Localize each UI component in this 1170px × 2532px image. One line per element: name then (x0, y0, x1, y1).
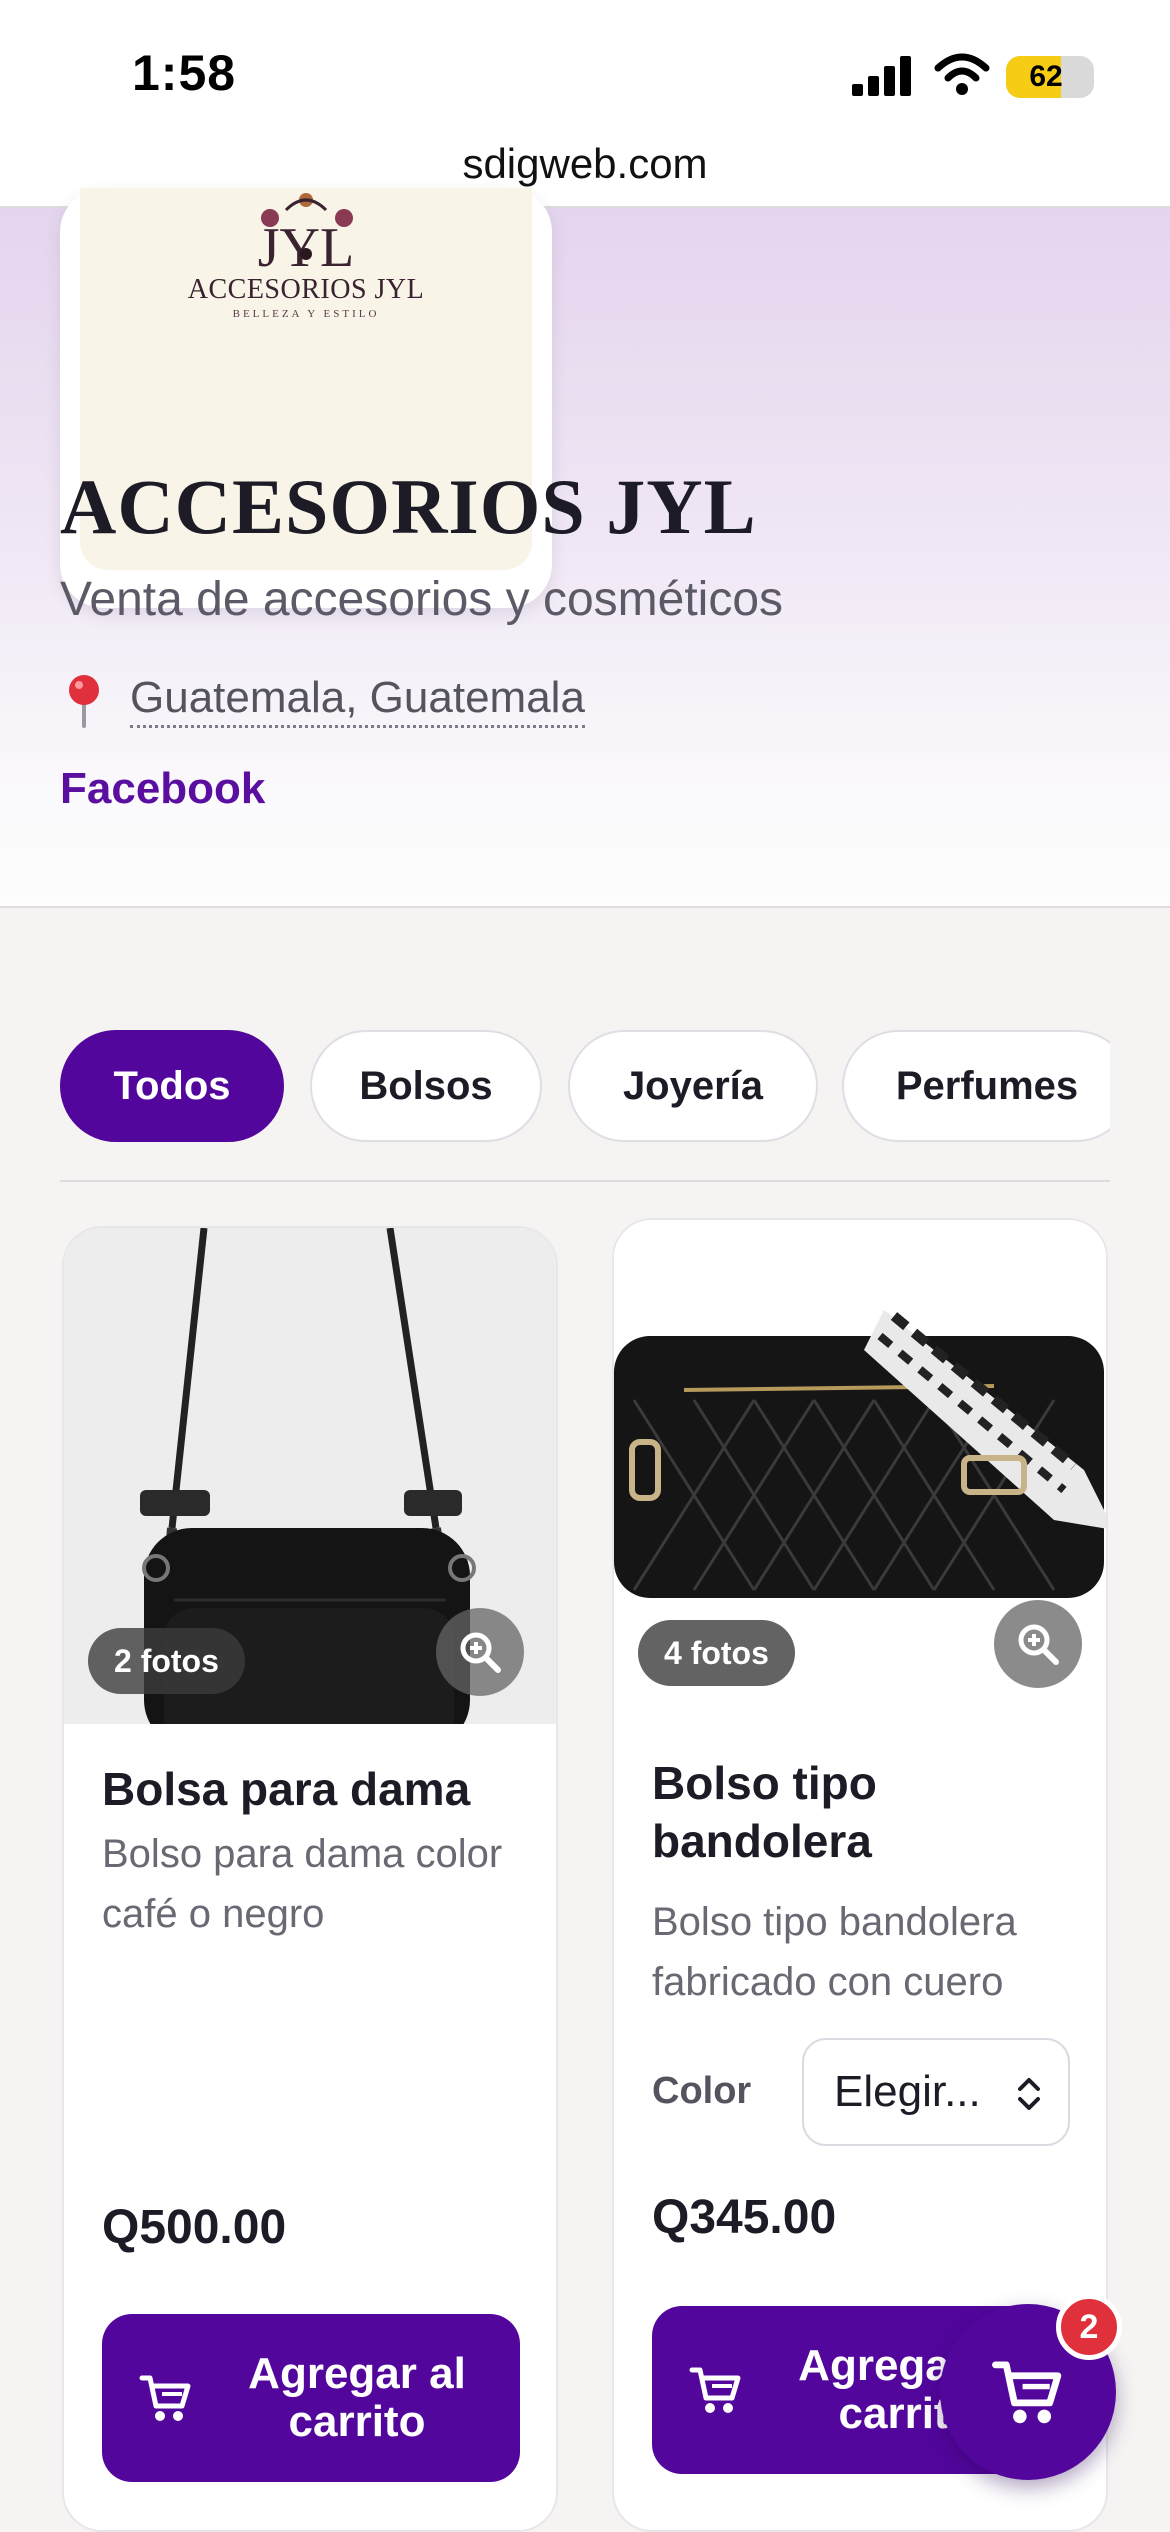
product-card[interactable]: 2 fotos Bolsa para dama Bolso para dama … (62, 1226, 558, 2532)
add-to-cart-button[interactable]: Agregar al carrito (102, 2314, 520, 2482)
product-image[interactable]: 4 fotos (614, 1220, 1106, 1716)
store-header: JYL ACCESORIOS JYL BELLEZA Y ESTILO ACCE… (0, 188, 1170, 908)
tab-bolsos[interactable]: Bolsos (310, 1030, 542, 1142)
zoom-button[interactable] (994, 1600, 1082, 1688)
logo-tagline: BELLEZA Y ESTILO (232, 308, 380, 320)
location-pin-icon (69, 675, 99, 728)
tab-joyeria[interactable]: Joyería (568, 1030, 818, 1142)
zoom-icon (1018, 1624, 1059, 1665)
category-tabs: Todos Bolsos Joyería Perfumes (60, 1030, 1110, 1146)
product-image[interactable]: 2 fotos (64, 1228, 556, 1724)
status-bar: 1:58 62 (0, 0, 1170, 140)
cart-count-badge: 2 (1056, 2294, 1122, 2360)
add-to-cart-label: Agregar al carrito (248, 2349, 466, 2446)
product-name: Bolso tipo bandolera (652, 1757, 877, 1867)
product-description: Bolso tipo bandolera fabricado con cuero (652, 1900, 1017, 2004)
battery-level: 62 (1029, 60, 1063, 93)
store-name: ACCESORIOS JYL (60, 463, 757, 550)
battery-icon: 62 (1006, 56, 1094, 98)
signal-icon (852, 56, 911, 96)
divider (60, 1180, 1110, 1182)
product-price: Q345.00 (652, 2191, 837, 2244)
tab-todos[interactable]: Todos (60, 1030, 284, 1142)
color-option-label: Color (652, 2070, 752, 2112)
zoom-button[interactable] (436, 1608, 524, 1696)
chevron-up-down-icon (1018, 2078, 1040, 2110)
logo-text: ACCESORIOS JYL (187, 274, 425, 305)
url-text: sdigweb.com (462, 140, 708, 187)
cart-icon (139, 2375, 191, 2421)
cart-icon (689, 2367, 741, 2413)
store-description: Venta de accesorios y cosméticos (60, 573, 784, 626)
product-price: Q500.00 (102, 2201, 287, 2254)
battery-tip (1088, 68, 1094, 86)
tab-perfumes[interactable]: Perfumes (842, 1030, 1110, 1142)
color-select-value: Elegir... (834, 2067, 981, 2116)
wifi-icon (934, 53, 990, 95)
status-time: 1:58 (132, 45, 237, 101)
product-description: Bolso para dama color café o negro (102, 1832, 503, 1936)
cart-icon (992, 2361, 1062, 2424)
color-select[interactable]: Elegir... (802, 2038, 1070, 2146)
facebook-link[interactable]: Facebook (60, 764, 265, 814)
photos-count-badge: 4 fotos (638, 1620, 795, 1686)
zoom-icon (460, 1632, 501, 1673)
photos-count-badge: 2 fotos (88, 1628, 245, 1694)
location-text: Guatemala, Guatemala (130, 673, 585, 728)
product-name: Bolsa para dama (102, 1763, 471, 1815)
store-location[interactable]: Guatemala, Guatemala (60, 670, 585, 730)
